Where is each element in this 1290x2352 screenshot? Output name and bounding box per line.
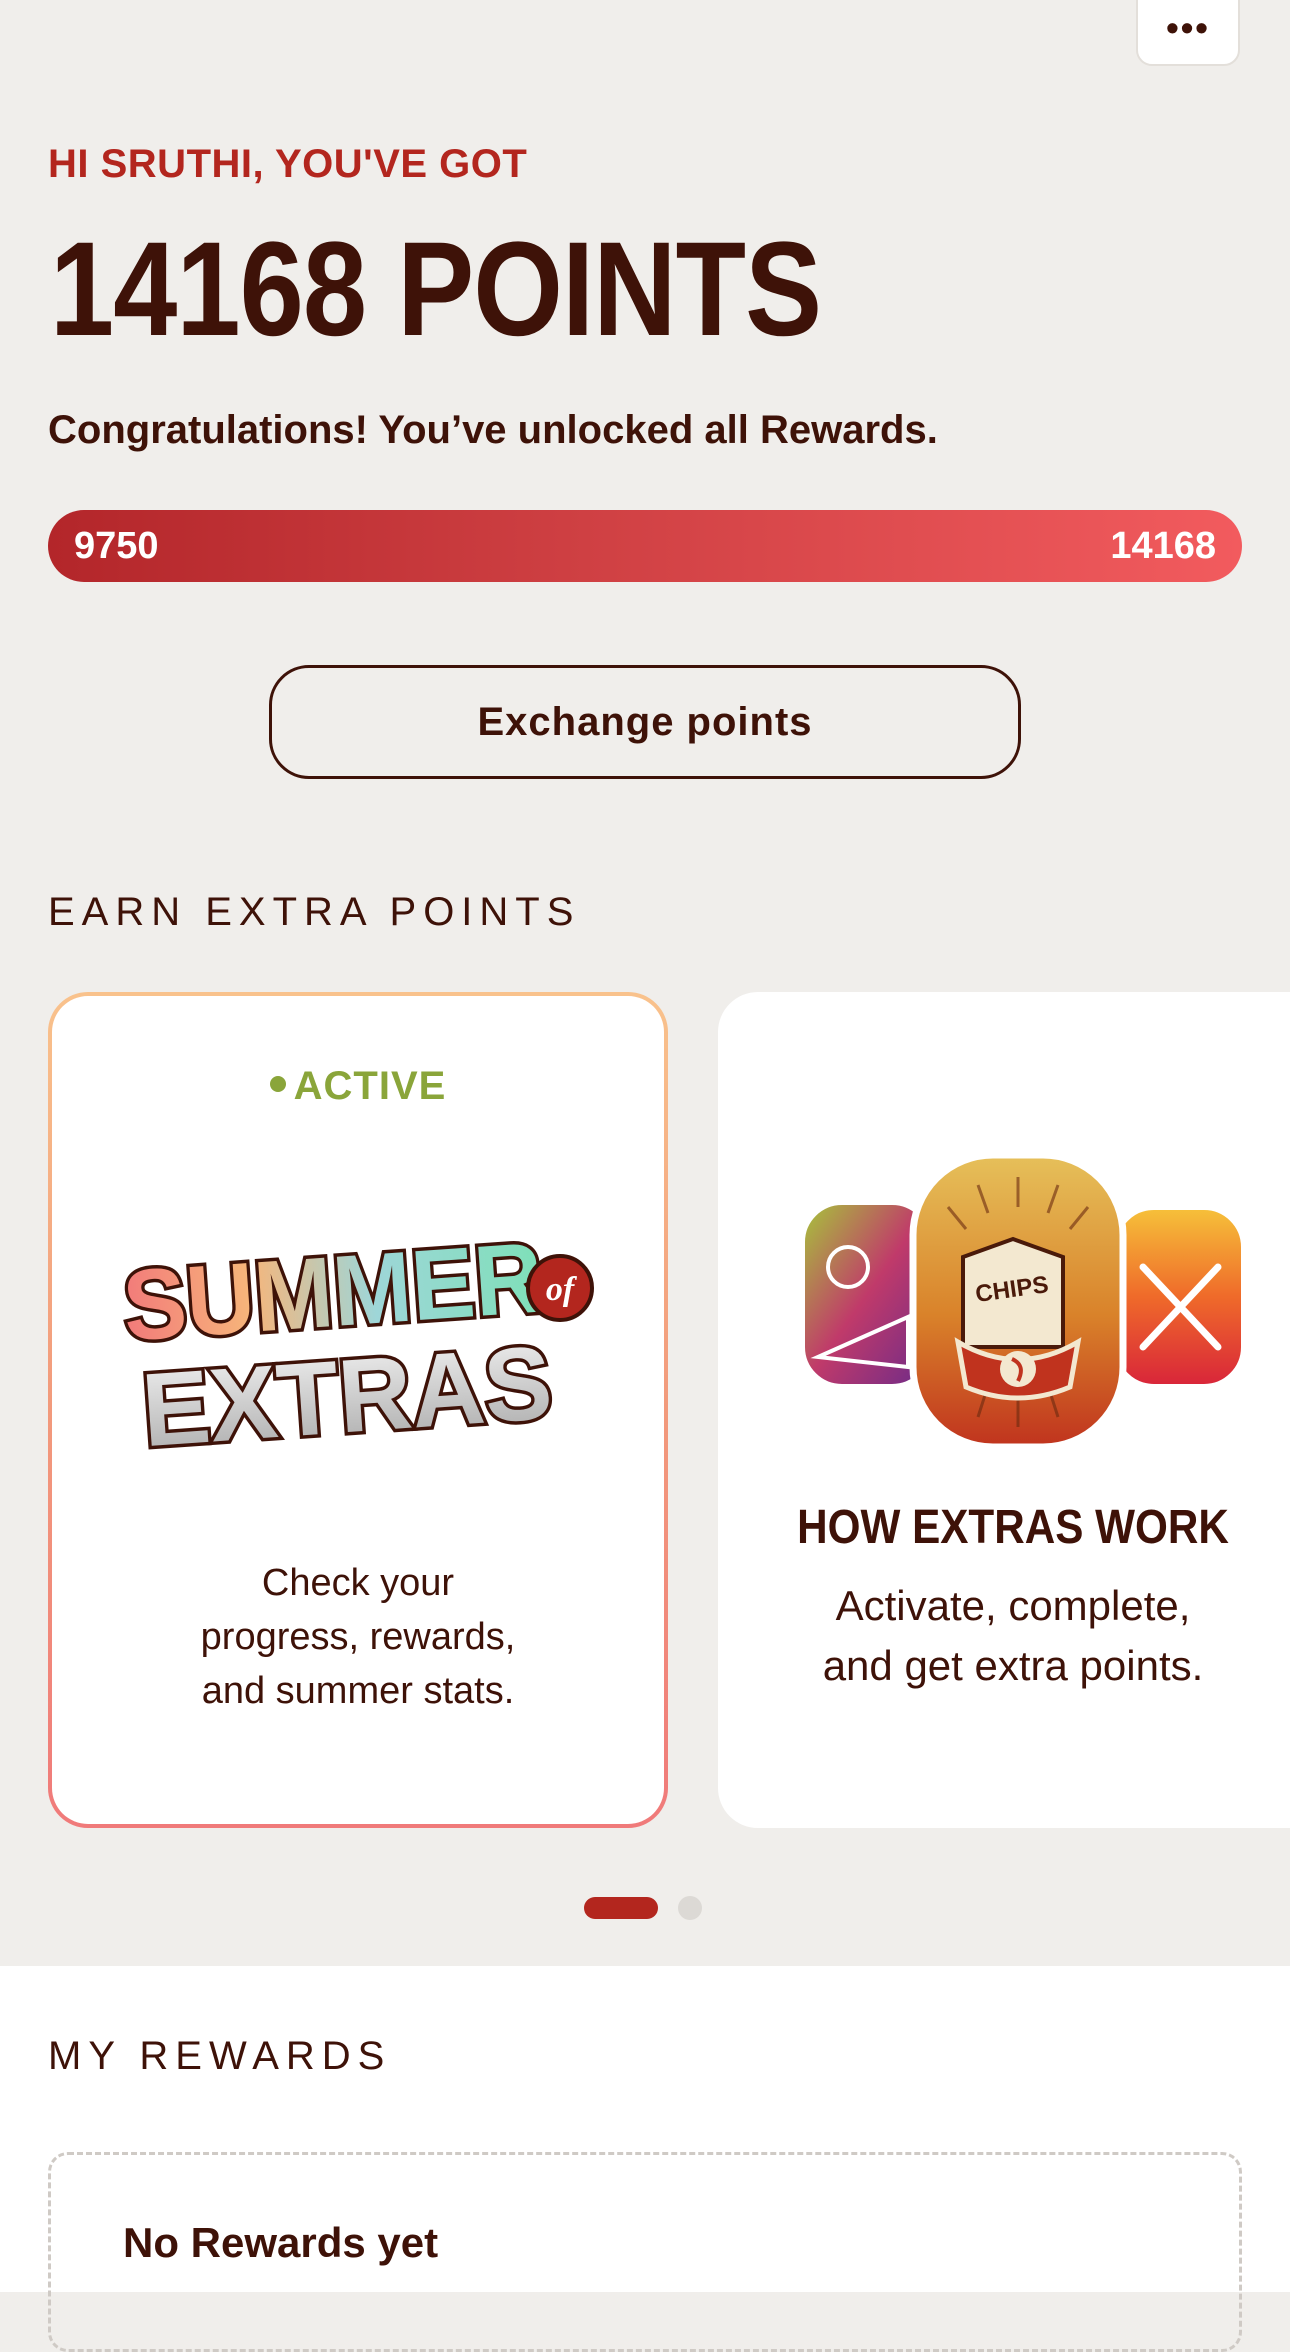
my-rewards-section: MY REWARDS No Rewards yet	[0, 1966, 1290, 2352]
how-extras-work-title: HOW EXTRAS WORK	[797, 1501, 1229, 1554]
greeting-text: HI SRUTHI, YOU'VE GOT	[48, 142, 528, 186]
how-extras-work-card[interactable]: CHIPS HOW EXTRAS WORK Activate, complete…	[718, 992, 1290, 1828]
summer-of-extras-logo: SUMMER EXTRAS of	[116, 1218, 594, 1466]
exchange-points-button[interactable]: Exchange points	[269, 665, 1021, 779]
no-rewards-text: No Rewards yet	[123, 2219, 439, 2266]
pager-dot[interactable]	[678, 1896, 702, 1920]
carousel-pager	[584, 1896, 702, 1920]
more-icon: •••	[1166, 7, 1210, 48]
summer-extras-description: Check your progress, rewards, and summer…	[200, 1562, 516, 1712]
svg-text:of: of	[546, 1271, 578, 1308]
points-total: 14168 POINTS	[50, 215, 822, 364]
progress-end-label: 14168	[1110, 524, 1216, 567]
progress-start-label: 9750	[74, 524, 159, 567]
summer-extras-card[interactable]: ACTIVE SUMMER EXTRAS of Check your progr…	[48, 992, 668, 1828]
active-dot-icon	[269, 1076, 286, 1093]
active-badge: ACTIVE	[52, 1064, 664, 1109]
rewards-status-text: Congratulations! You’ve unlocked all Rew…	[48, 408, 938, 452]
points-progress-bar: 9750 14168	[48, 510, 1242, 582]
more-options-button[interactable]: •••	[1136, 0, 1240, 66]
earn-extra-points-heading: EARN EXTRA POINTS	[48, 890, 581, 934]
rewards-empty-box: No Rewards yet	[48, 2152, 1242, 2352]
how-extras-work-description: Activate, complete, and get extra points…	[822, 1582, 1204, 1689]
my-rewards-heading: MY REWARDS	[48, 2034, 392, 2078]
pager-dot-active[interactable]	[584, 1897, 658, 1919]
extras-badges-illustration: CHIPS	[799, 1151, 1247, 1451]
